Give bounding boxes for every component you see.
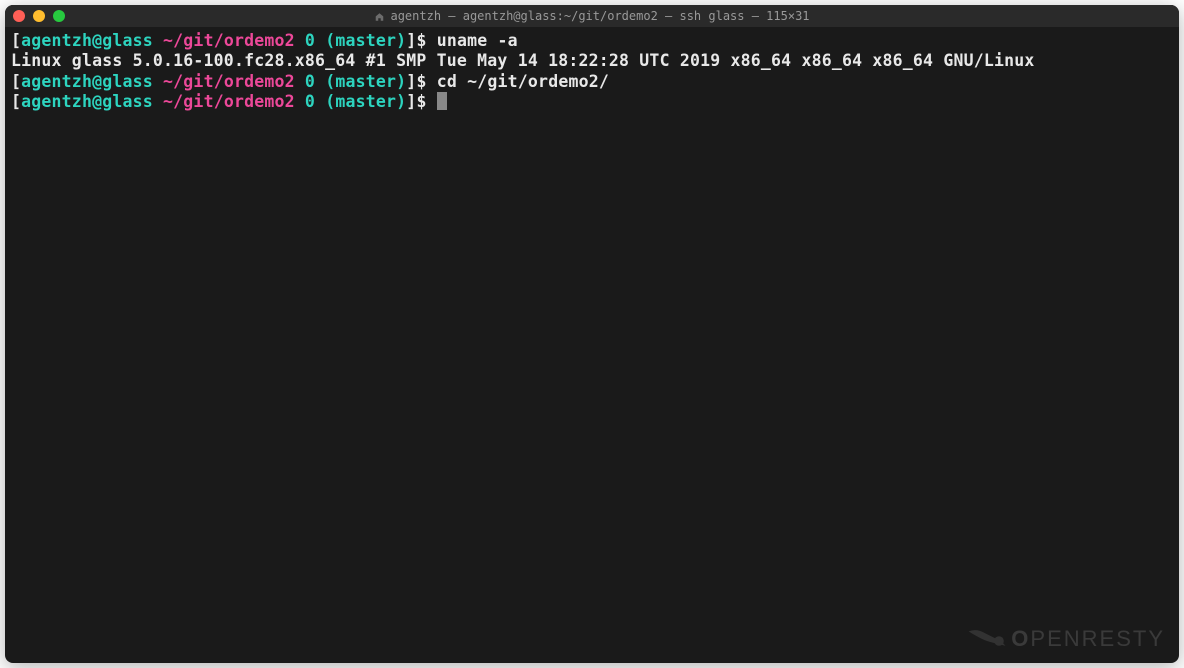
terminal-window: agentzh — agentzh@glass:~/git/ordemo2 — … [5,5,1179,663]
terminal-content[interactable]: [agentzh@glass ~/git/ordemo2 0 (master)]… [5,27,1179,117]
prompt-branch-close: ) [396,92,406,111]
minimize-icon[interactable] [33,10,45,22]
watermark-text: OPENRESTY [1011,626,1165,652]
prompt-branch-close: ) [396,72,406,91]
close-icon[interactable] [13,10,25,22]
terminal-line: Linux glass 5.0.16-100.fc28.x86_64 #1 SM… [11,51,1173,71]
prompt-branch-close: ) [396,31,406,50]
output-text: Linux glass 5.0.16-100.fc28.x86_64 #1 SM… [11,51,1035,70]
command-text: cd ~/git/ordemo2/ [437,72,609,91]
prompt-branch-open: ( [325,31,335,50]
prompt-bracket: [ [11,31,21,50]
bird-icon [967,625,1007,653]
prompt-status: 0 [305,92,315,111]
prompt-path: ~/git/ordemo2 [163,92,295,111]
prompt-dollar: $ [416,92,426,111]
maximize-icon[interactable] [53,10,65,22]
prompt-branch-open: ( [325,92,335,111]
cursor [437,92,447,110]
prompt-bracket-close: ] [406,31,416,50]
home-icon [374,11,384,21]
terminal-line: [agentzh@glass ~/git/ordemo2 0 (master)]… [11,92,1173,112]
prompt-branch: master [335,92,396,111]
prompt-user: agentzh@glass [21,92,153,111]
command-text: uname -a [437,31,518,50]
watermark: OPENRESTY [967,625,1165,653]
prompt-path: ~/git/ordemo2 [163,72,295,91]
prompt-branch-open: ( [325,72,335,91]
prompt-user: agentzh@glass [21,31,153,50]
prompt-branch: master [335,31,396,50]
prompt-status: 0 [305,72,315,91]
prompt-path: ~/git/ordemo2 [163,31,295,50]
titlebar: agentzh — agentzh@glass:~/git/ordemo2 — … [5,5,1179,27]
prompt-branch: master [335,72,396,91]
prompt-bracket: [ [11,72,21,91]
terminal-line: [agentzh@glass ~/git/ordemo2 0 (master)]… [11,31,1173,51]
prompt-bracket: [ [11,92,21,111]
prompt-user: agentzh@glass [21,72,153,91]
prompt-dollar: $ [416,31,426,50]
window-title: agentzh — agentzh@glass:~/git/ordemo2 — … [374,9,809,23]
prompt-dollar: $ [416,72,426,91]
window-title-text: agentzh — agentzh@glass:~/git/ordemo2 — … [390,9,809,23]
traffic-lights [13,10,65,22]
prompt-bracket-close: ] [406,92,416,111]
prompt-status: 0 [305,31,315,50]
terminal-line: [agentzh@glass ~/git/ordemo2 0 (master)]… [11,72,1173,92]
prompt-bracket-close: ] [406,72,416,91]
